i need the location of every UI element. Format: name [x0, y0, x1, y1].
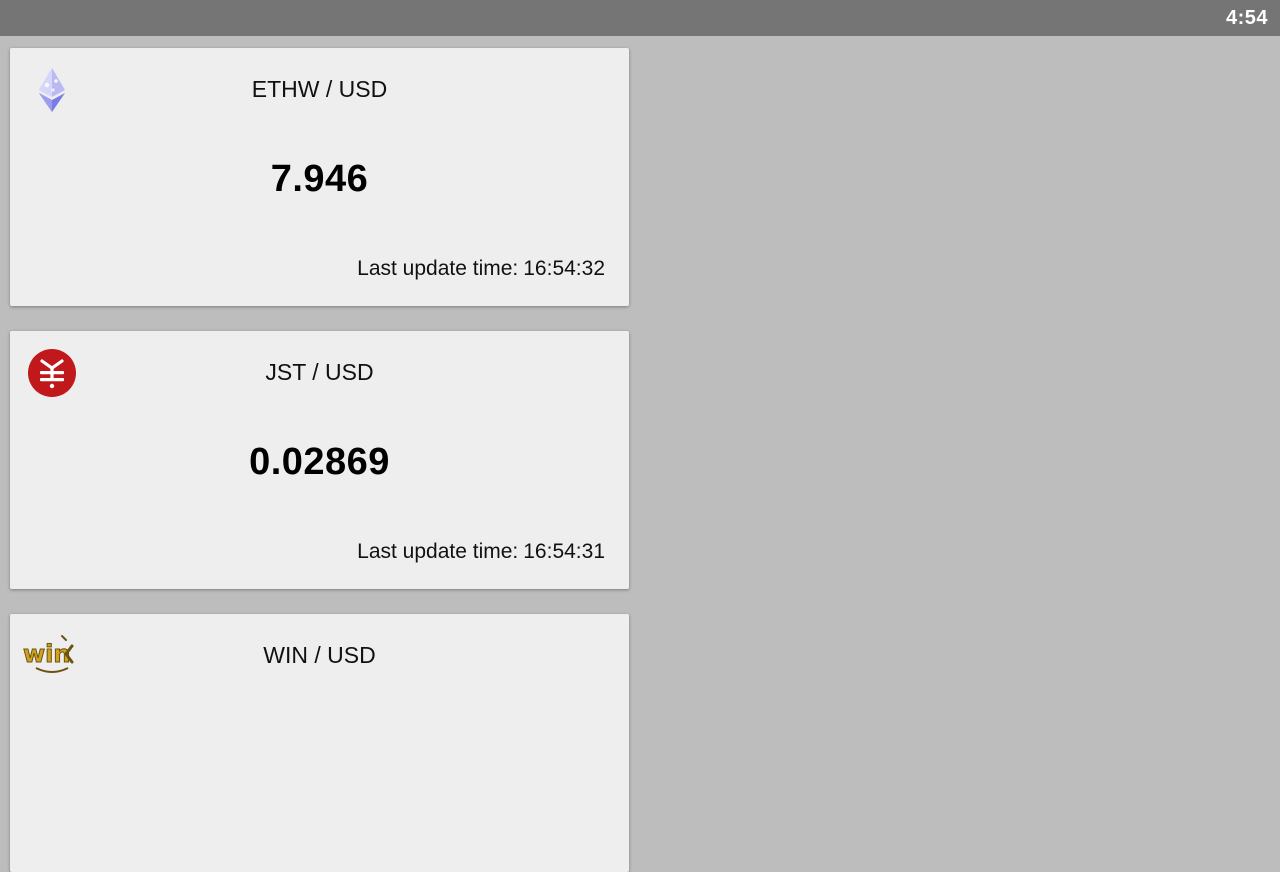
price-value: 7.946 — [270, 158, 369, 200]
last-update-time: 16:54:31 — [523, 540, 605, 563]
pair-label: WIN / USD — [263, 642, 376, 668]
last-update-label: Last update time: — [357, 257, 519, 280]
status-bar: 4:54 — [0, 0, 1280, 36]
last-update: Last update time: 16:54:31 — [357, 540, 605, 564]
status-clock: 4:54 — [1225, 7, 1268, 29]
pair-label: JST / USD — [265, 359, 374, 385]
ticker-card-win[interactable]: win WIN / USD — [10, 614, 629, 872]
ticker-card-jst[interactable]: JST / USD 0.02869 Last update time: 16:54… — [10, 331, 629, 589]
ticker-card-ethw[interactable]: ETHW / USD 7.946 Last update time: 16:54:… — [10, 48, 629, 306]
price-value: 0.02869 — [249, 441, 390, 483]
last-update-time: 16:54:32 — [523, 257, 605, 280]
pair-label: ETHW / USD — [251, 76, 388, 102]
last-update: Last update time: 16:54:32 — [357, 257, 605, 281]
last-update-label: Last update time: — [357, 540, 519, 563]
